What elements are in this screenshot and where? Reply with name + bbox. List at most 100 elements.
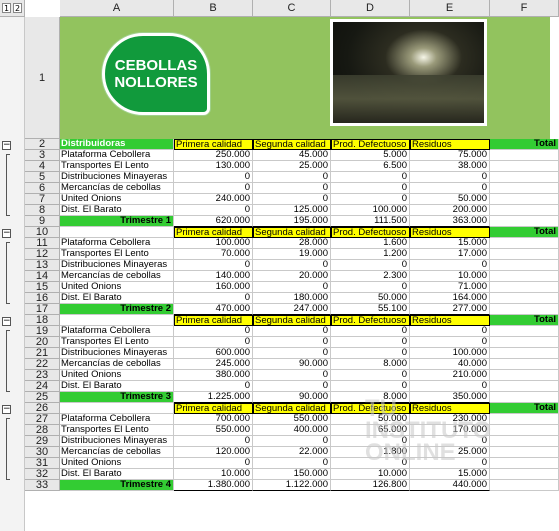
- distributor-name[interactable]: Plataforma Cebollera: [60, 414, 174, 425]
- distributor-name[interactable]: Transportes El Lento: [60, 337, 174, 348]
- value-cell-e[interactable]: 164.000: [410, 293, 490, 304]
- value-cell-b[interactable]: 600.000: [174, 348, 253, 359]
- value-cell-c[interactable]: 22.000: [253, 447, 331, 458]
- value-cell-b[interactable]: 0: [174, 436, 253, 447]
- distributor-name[interactable]: Plataforma Cebollera: [60, 238, 174, 249]
- total-cell[interactable]: [490, 161, 559, 172]
- value-cell-e[interactable]: 71.000: [410, 282, 490, 293]
- total-cell[interactable]: [490, 447, 559, 458]
- value-cell-c[interactable]: 0: [253, 194, 331, 205]
- value-cell-e[interactable]: 0: [410, 326, 490, 337]
- value-cell-c[interactable]: 550.000: [253, 414, 331, 425]
- value-cell-c[interactable]: 0: [253, 337, 331, 348]
- distributor-name[interactable]: Transportes El Lento: [60, 425, 174, 436]
- value-cell-b[interactable]: 0: [174, 458, 253, 469]
- value-cell-b[interactable]: 0: [174, 172, 253, 183]
- header-e[interactable]: Residuos: [410, 315, 490, 326]
- column-header-e[interactable]: E: [410, 0, 490, 17]
- value-cell-c[interactable]: 45.000: [253, 150, 331, 161]
- value-cell-d[interactable]: 100.000: [331, 205, 410, 216]
- header-c[interactable]: Segunda calidad: [253, 315, 331, 326]
- quarter-total-e[interactable]: 440.000: [410, 480, 490, 491]
- total-cell[interactable]: [490, 194, 559, 205]
- total-cell[interactable]: [490, 337, 559, 348]
- distributor-name[interactable]: Distribuciones Minayeras: [60, 260, 174, 271]
- quarter-total-label[interactable]: Trimestre 3: [60, 392, 174, 403]
- header-empty-a[interactable]: [60, 227, 174, 238]
- total-cell[interactable]: [490, 458, 559, 469]
- distributor-name[interactable]: Mercancías de cebollas: [60, 447, 174, 458]
- quarter-total-f[interactable]: [490, 392, 559, 403]
- value-cell-b[interactable]: 120.000: [174, 447, 253, 458]
- value-cell-b[interactable]: 160.000: [174, 282, 253, 293]
- total-cell[interactable]: [490, 183, 559, 194]
- header-b[interactable]: Primera calidad: [174, 315, 253, 326]
- header-d[interactable]: Prod. Defectuoso: [331, 315, 410, 326]
- quarter-total-d[interactable]: 126.800: [331, 480, 410, 491]
- value-cell-e[interactable]: 210.000: [410, 370, 490, 381]
- quarter-total-c[interactable]: 195.000: [253, 216, 331, 227]
- value-cell-b[interactable]: 380.000: [174, 370, 253, 381]
- value-cell-c[interactable]: 0: [253, 436, 331, 447]
- value-cell-e[interactable]: 50.000: [410, 194, 490, 205]
- total-cell[interactable]: [490, 260, 559, 271]
- header-d[interactable]: Prod. Defectuoso: [331, 227, 410, 238]
- value-cell-c[interactable]: 400.000: [253, 425, 331, 436]
- header-empty-a[interactable]: [60, 403, 174, 414]
- value-cell-e[interactable]: 40.000: [410, 359, 490, 370]
- header-distribuidoras[interactable]: Distribuidoras: [60, 139, 174, 150]
- distributor-name[interactable]: United Onions: [60, 194, 174, 205]
- value-cell-d[interactable]: 10.000: [331, 469, 410, 480]
- value-cell-b[interactable]: 0: [174, 381, 253, 392]
- value-cell-c[interactable]: 0: [253, 172, 331, 183]
- total-cell[interactable]: [490, 370, 559, 381]
- value-cell-e[interactable]: 0: [410, 183, 490, 194]
- quarter-total-d[interactable]: 55.100: [331, 304, 410, 315]
- distributor-name[interactable]: Mercancías de cebollas: [60, 359, 174, 370]
- value-cell-b[interactable]: 0: [174, 260, 253, 271]
- value-cell-e[interactable]: 38.000: [410, 161, 490, 172]
- total-cell[interactable]: [490, 359, 559, 370]
- total-cell[interactable]: [490, 348, 559, 359]
- quarter-total-b[interactable]: 1.225.000: [174, 392, 253, 403]
- value-cell-c[interactable]: 0: [253, 282, 331, 293]
- header-b[interactable]: Primera calidad: [174, 403, 253, 414]
- distributor-name[interactable]: Dist. El Barato: [60, 469, 174, 480]
- distributor-name[interactable]: Mercancías de cebollas: [60, 271, 174, 282]
- quarter-total-f[interactable]: [490, 480, 559, 491]
- quarter-total-c[interactable]: 1.122.000: [253, 480, 331, 491]
- total-cell[interactable]: [490, 238, 559, 249]
- column-header-c[interactable]: C: [253, 0, 331, 17]
- value-cell-c[interactable]: 150.000: [253, 469, 331, 480]
- value-cell-e[interactable]: 17.000: [410, 249, 490, 260]
- value-cell-b[interactable]: 700.000: [174, 414, 253, 425]
- distributor-name[interactable]: United Onions: [60, 282, 174, 293]
- collapse-group-button[interactable]: −: [2, 141, 11, 150]
- value-cell-b[interactable]: 100.000: [174, 238, 253, 249]
- row-header-1[interactable]: 1: [25, 17, 60, 139]
- value-cell-e[interactable]: 15.000: [410, 238, 490, 249]
- total-cell[interactable]: [490, 293, 559, 304]
- value-cell-b[interactable]: 0: [174, 326, 253, 337]
- value-cell-b[interactable]: 0: [174, 183, 253, 194]
- value-cell-c[interactable]: 0: [253, 260, 331, 271]
- value-cell-d[interactable]: 0: [331, 172, 410, 183]
- value-cell-d[interactable]: 2.300: [331, 271, 410, 282]
- column-header-b[interactable]: B: [174, 0, 253, 17]
- distributor-name[interactable]: Transportes El Lento: [60, 249, 174, 260]
- value-cell-d[interactable]: 0: [331, 348, 410, 359]
- value-cell-d[interactable]: 0: [331, 326, 410, 337]
- total-cell[interactable]: [490, 381, 559, 392]
- total-cell[interactable]: [490, 150, 559, 161]
- header-empty-a[interactable]: [60, 315, 174, 326]
- column-header-f[interactable]: F: [490, 0, 559, 17]
- value-cell-c[interactable]: 0: [253, 183, 331, 194]
- value-cell-d[interactable]: 0: [331, 260, 410, 271]
- value-cell-b[interactable]: 70.000: [174, 249, 253, 260]
- value-cell-e[interactable]: 0: [410, 260, 490, 271]
- quarter-total-label[interactable]: Trimestre 2: [60, 304, 174, 315]
- header-e[interactable]: Residuos: [410, 227, 490, 238]
- quarter-total-e[interactable]: 363.000: [410, 216, 490, 227]
- header-c[interactable]: Segunda calidad: [253, 227, 331, 238]
- distributor-name[interactable]: Distribuciones Minayeras: [60, 172, 174, 183]
